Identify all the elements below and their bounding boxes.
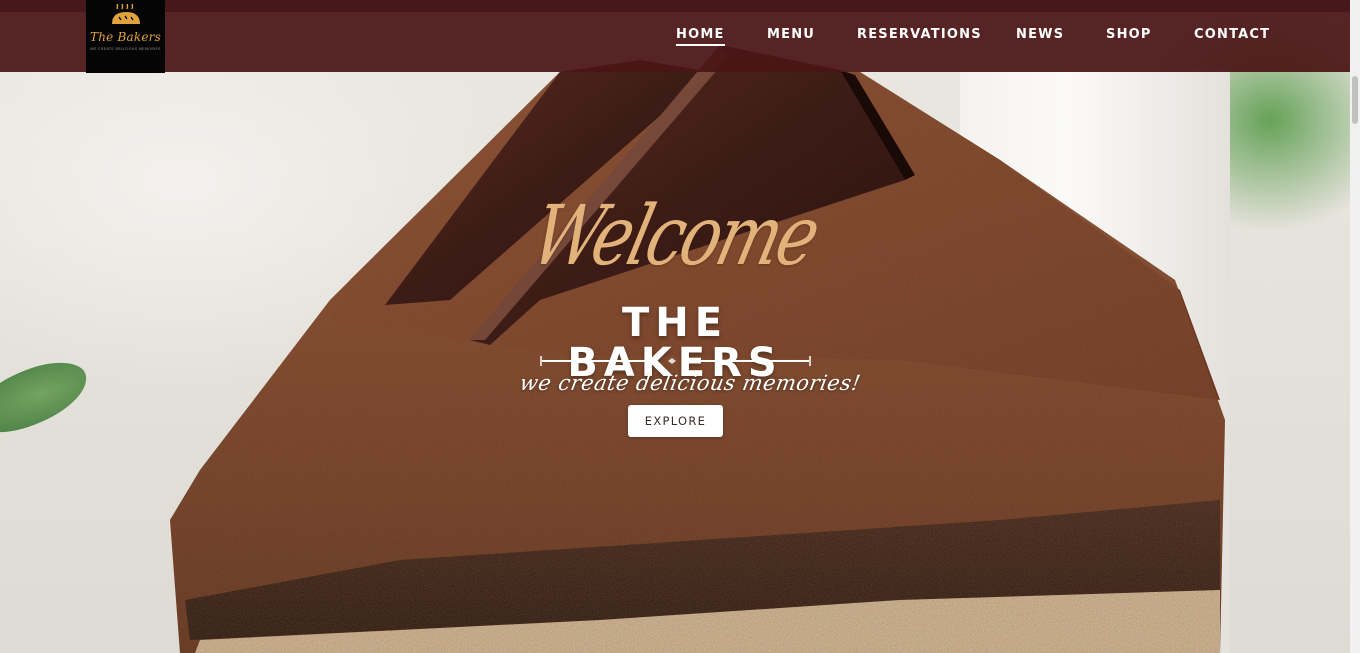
page-scrollbar[interactable] (1350, 0, 1360, 653)
logo-tagline: we create delicious memories (90, 47, 161, 51)
nav-menu[interactable]: MENU (767, 27, 815, 42)
nav-home[interactable]: HOME (676, 27, 725, 46)
bread-icon (111, 4, 140, 24)
nav-news[interactable]: NEWS (1016, 27, 1064, 42)
nav-reservations[interactable]: RESERVATIONS (857, 27, 982, 42)
nav-contact[interactable]: CONTACT (1194, 27, 1270, 42)
main-nav: HOME MENU RESERVATIONS NEWS SHOP CONTACT (0, 27, 1350, 47)
header-top-band (0, 0, 1350, 12)
hero-content: Welcome THE BAKERS we create delicious m… (0, 187, 1350, 445)
site-header: The Bakers we create delicious memories … (0, 0, 1350, 73)
explore-button[interactable]: EXPLORE (628, 405, 723, 437)
nav-shop[interactable]: SHOP (1106, 27, 1152, 42)
hero-welcome: Welcome (522, 187, 827, 284)
hero-tagline: we create delicious memories! (517, 371, 863, 395)
hero-divider (540, 356, 811, 366)
scrollbar-thumb[interactable] (1352, 76, 1358, 124)
